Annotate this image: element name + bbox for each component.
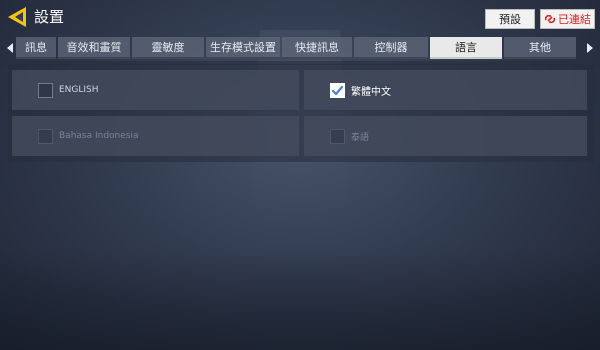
chevron-right-icon bbox=[587, 43, 593, 53]
tab-label: 其他 bbox=[529, 41, 551, 54]
checkbox[interactable] bbox=[330, 128, 345, 144]
tab-controller[interactable]: 控制器 bbox=[354, 37, 428, 59]
tab-scroll-right-button[interactable] bbox=[584, 37, 596, 59]
tab-survival-settings[interactable]: 生存模式設置 bbox=[206, 37, 280, 59]
tab-label: 生存模式設置 bbox=[210, 41, 276, 54]
language-option-english[interactable]: ENGLISH bbox=[12, 70, 299, 110]
language-option-traditional-chinese[interactable]: 繁體中文 bbox=[304, 70, 587, 110]
tab-label: 控制器 bbox=[374, 41, 408, 54]
connected-button[interactable]: 已連結 bbox=[540, 9, 595, 29]
back-button[interactable] bbox=[5, 5, 31, 29]
connected-label: 已連結 bbox=[558, 13, 591, 26]
tab-label: 音效和畫質 bbox=[66, 41, 122, 54]
tab-scroll-left-button[interactable] bbox=[4, 37, 16, 59]
tab-label: 訊息 bbox=[25, 41, 47, 54]
tab-messages[interactable]: 訊息 bbox=[16, 37, 56, 59]
language-option-indonesian[interactable]: Bahasa Indonesia bbox=[12, 116, 299, 156]
tab-other[interactable]: 其他 bbox=[504, 37, 576, 59]
preset-button[interactable]: 預設 bbox=[485, 9, 535, 29]
language-panel: ENGLISH 繁體中文 Bahasa Indonesia 泰語 bbox=[8, 64, 595, 162]
tab-language[interactable]: 語言 bbox=[430, 37, 502, 59]
back-arrow-icon bbox=[8, 7, 26, 27]
language-label: 繁體中文 bbox=[351, 86, 391, 98]
header-bar: 設置 預設 已連結 bbox=[0, 0, 600, 34]
language-label: Bahasa Indonesia bbox=[59, 131, 139, 141]
page-title: 設置 bbox=[34, 8, 65, 26]
language-label: 泰語 bbox=[351, 132, 370, 143]
checkbox[interactable] bbox=[330, 82, 345, 98]
tab-quick-messages[interactable]: 快捷訊息 bbox=[282, 37, 352, 59]
checkbox[interactable] bbox=[38, 128, 53, 144]
tab-sensitivity[interactable]: 靈敏度 bbox=[132, 37, 204, 59]
language-label: ENGLISH bbox=[59, 85, 99, 95]
chevron-left-icon bbox=[7, 43, 13, 53]
preset-label: 預設 bbox=[499, 13, 521, 26]
link-icon bbox=[544, 14, 556, 24]
tab-label: 靈敏度 bbox=[151, 41, 185, 54]
background-shadow bbox=[0, 250, 600, 350]
tab-label: 語言 bbox=[455, 41, 477, 54]
tab-bar: 訊息 音效和畫質 靈敏度 生存模式設置 快捷訊息 控制器 語言 其他 bbox=[0, 37, 600, 59]
tab-label: 快捷訊息 bbox=[295, 41, 339, 54]
language-option-thai[interactable]: 泰語 bbox=[304, 116, 587, 156]
tab-audio-graphics[interactable]: 音效和畫質 bbox=[58, 37, 130, 59]
checkmark-icon bbox=[331, 85, 344, 95]
checkbox[interactable] bbox=[38, 82, 53, 98]
